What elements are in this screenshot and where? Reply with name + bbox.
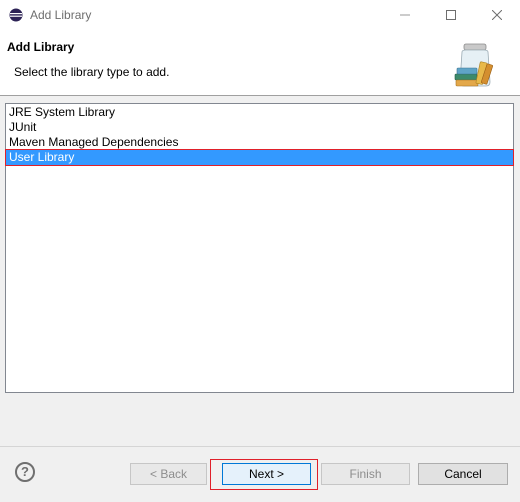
list-item-maven-managed-dependencies[interactable]: Maven Managed Dependencies [6,135,513,150]
page-title: Add Library [7,40,75,54]
cancel-button[interactable]: Cancel [418,463,508,485]
maximize-icon [446,10,456,20]
close-button[interactable] [474,0,520,30]
list-item-user-library[interactable]: User Library [5,149,514,166]
library-type-list[interactable]: JRE System Library JUnit Maven Managed D… [5,103,514,393]
back-button[interactable]: < Back [130,463,207,485]
eclipse-app-icon [9,8,23,22]
next-button[interactable]: Next > [222,463,311,485]
minimize-icon [400,14,410,16]
window-title: Add Library [30,8,92,22]
finish-button[interactable]: Finish [321,463,410,485]
list-item-junit[interactable]: JUnit [6,120,513,135]
maximize-button[interactable] [428,0,474,30]
help-icon[interactable]: ? [15,462,35,482]
library-jar-icon [454,43,493,87]
page-description: Select the library type to add. [14,65,170,79]
wizard-header: Add Library Select the library type to a… [0,30,520,96]
title-bar: Add Library [0,0,520,30]
minimize-button[interactable] [382,0,428,30]
close-icon [492,10,502,20]
divider [0,446,520,447]
list-item-jre-system-library[interactable]: JRE System Library [6,105,513,120]
